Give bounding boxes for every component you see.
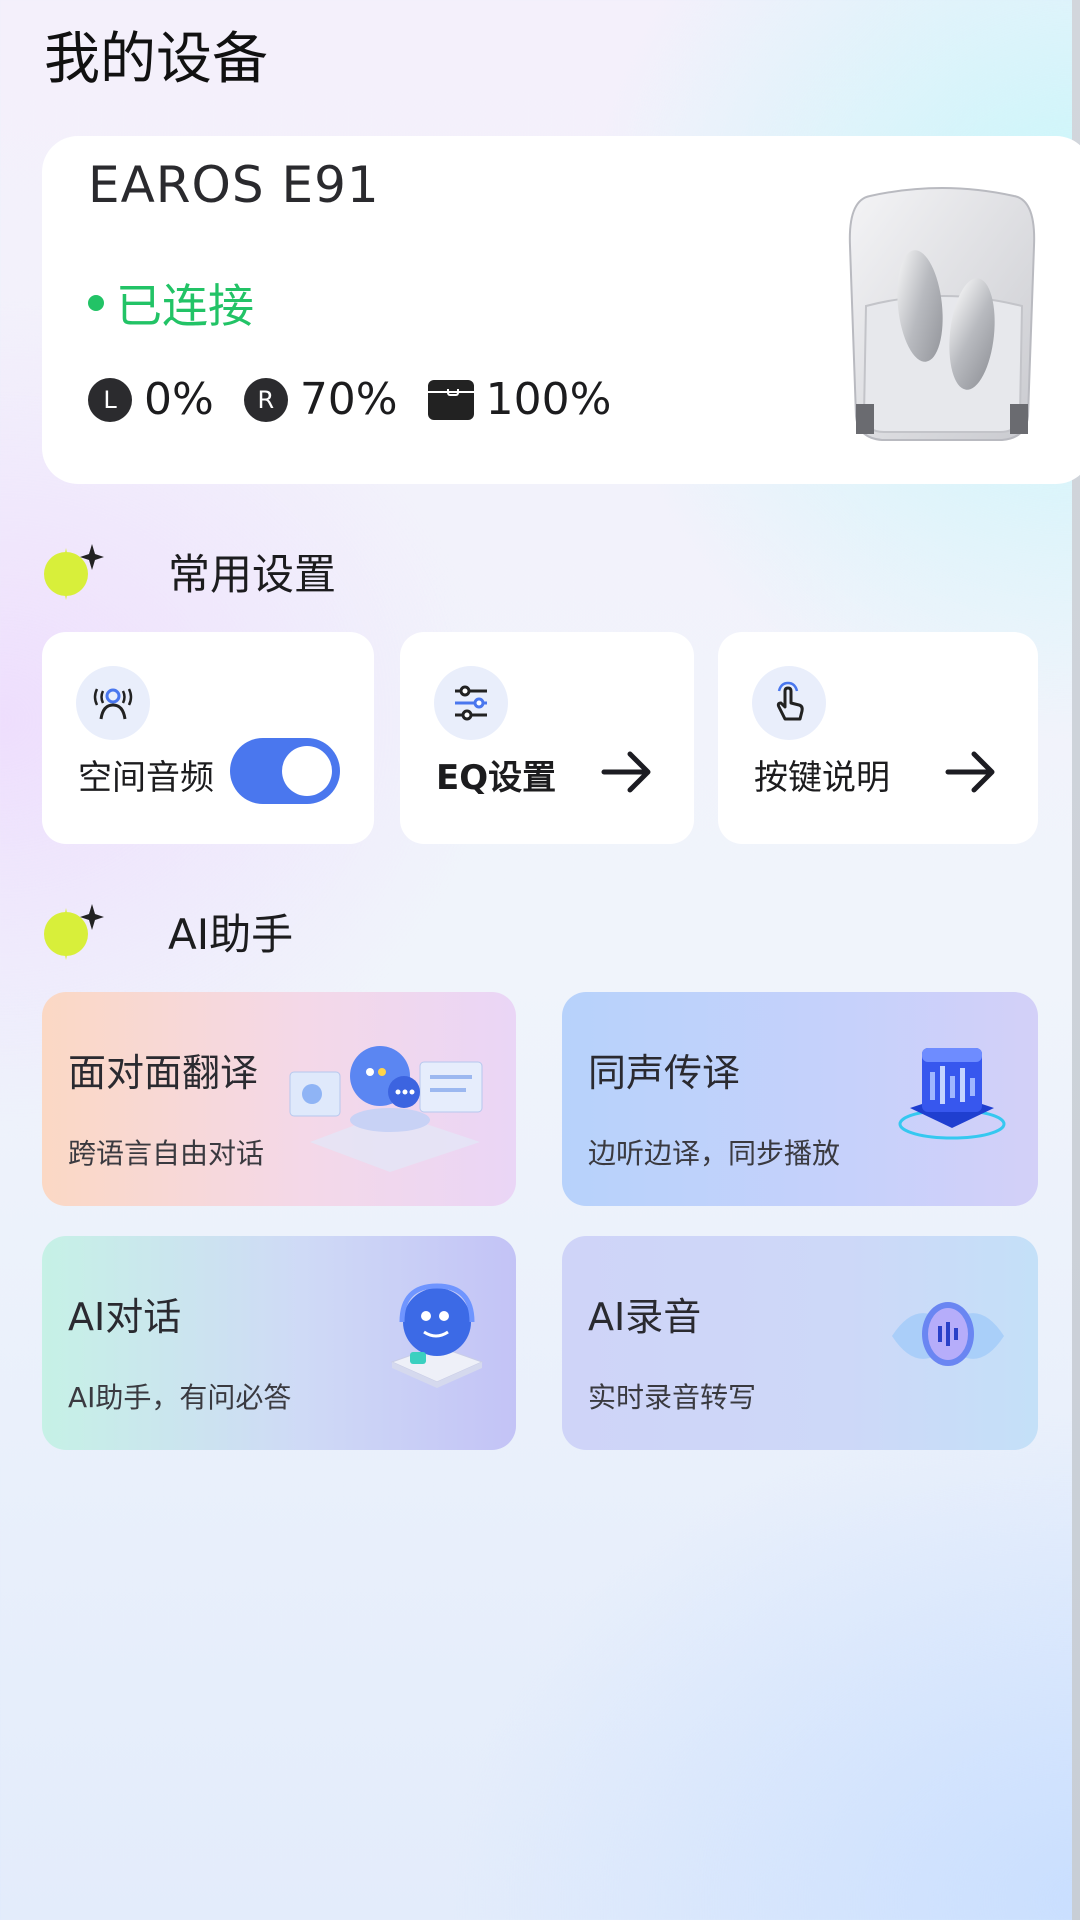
arrow-right-icon [601,751,651,793]
status-dot-icon [88,295,104,311]
key-guide-label: 按键说明 [754,758,890,798]
battery-left-value: 0% [144,374,214,425]
section-ai-header: AI助手 [40,900,293,962]
spatial-audio-toggle[interactable] [230,738,340,804]
battery-left: L 0% [88,374,214,425]
spatial-audio-card: 空间音频 [42,632,374,844]
connection-status: 已连接 [88,270,254,336]
battery-row: L 0% R 70% 100% [88,374,641,425]
sparkle-icon [44,544,104,600]
toggle-knob [282,746,332,796]
ai-card-subtitle: 边听边译，同步播放 [588,1137,841,1170]
device-name: EAROS E91 [88,156,380,214]
eq-settings-card[interactable]: EQ设置 [400,632,694,844]
status-text: 已连接 [116,279,254,333]
ai-card-subtitle: AI助手，有问必答 [68,1381,292,1414]
voice-recording-illustration [892,1302,1004,1366]
spatial-audio-icon [76,666,150,740]
microphone-booth-illustration [898,1048,1006,1140]
equalizer-icon [434,666,508,740]
sparkle-icon [44,904,104,960]
ai-recording-card[interactable]: AI录音 实时录音转写 [562,1236,1038,1450]
right-earbud-icon: R [243,377,288,422]
section-settings-title: 常用设置 [168,549,337,599]
battery-right: R 70% [243,374,398,425]
ai-card-subtitle: 实时录音转写 [588,1381,757,1414]
ai-robot-illustration [390,1283,484,1388]
battery-case: 100% [427,374,612,425]
earbuds-product-image [848,187,1036,441]
ai-chat-card[interactable]: AI对话 AI助手，有问必答 [42,1236,516,1450]
left-earbud-icon: L [88,377,132,422]
ai-card-title: AI录音 [588,1295,702,1339]
ai-card-title: AI对话 [68,1295,182,1339]
page-title: 我的设备 [44,27,268,92]
ai-card-title: 面对面翻译 [68,1051,259,1095]
spatial-audio-label: 空间音频 [78,758,214,798]
battery-right-value: 70% [299,374,398,425]
ai-card-title: 同声传译 [588,1051,741,1095]
key-guide-card[interactable]: 按键说明 [718,632,1038,844]
eq-settings-label: EQ设置 [436,758,557,798]
section-settings-header: 常用设置 [40,540,336,602]
device-card[interactable]: EAROS E91 已连接 L 0% R 70% 100% [42,136,1080,484]
battery-case-value: 100% [485,374,612,425]
ai-simultaneous-interpretation-card[interactable]: 同声传译 边听边译，同步播放 [562,992,1038,1206]
ai-card-subtitle: 跨语言自由对话 [68,1137,265,1170]
charging-case-icon [427,379,474,420]
chat-translate-illustration [289,1046,483,1172]
touch-gesture-icon [752,666,826,740]
section-ai-title: AI助手 [168,909,294,959]
arrow-right-icon [945,751,995,793]
ai-face-translate-card[interactable]: 面对面翻译 跨语言自由对话 [42,992,516,1206]
